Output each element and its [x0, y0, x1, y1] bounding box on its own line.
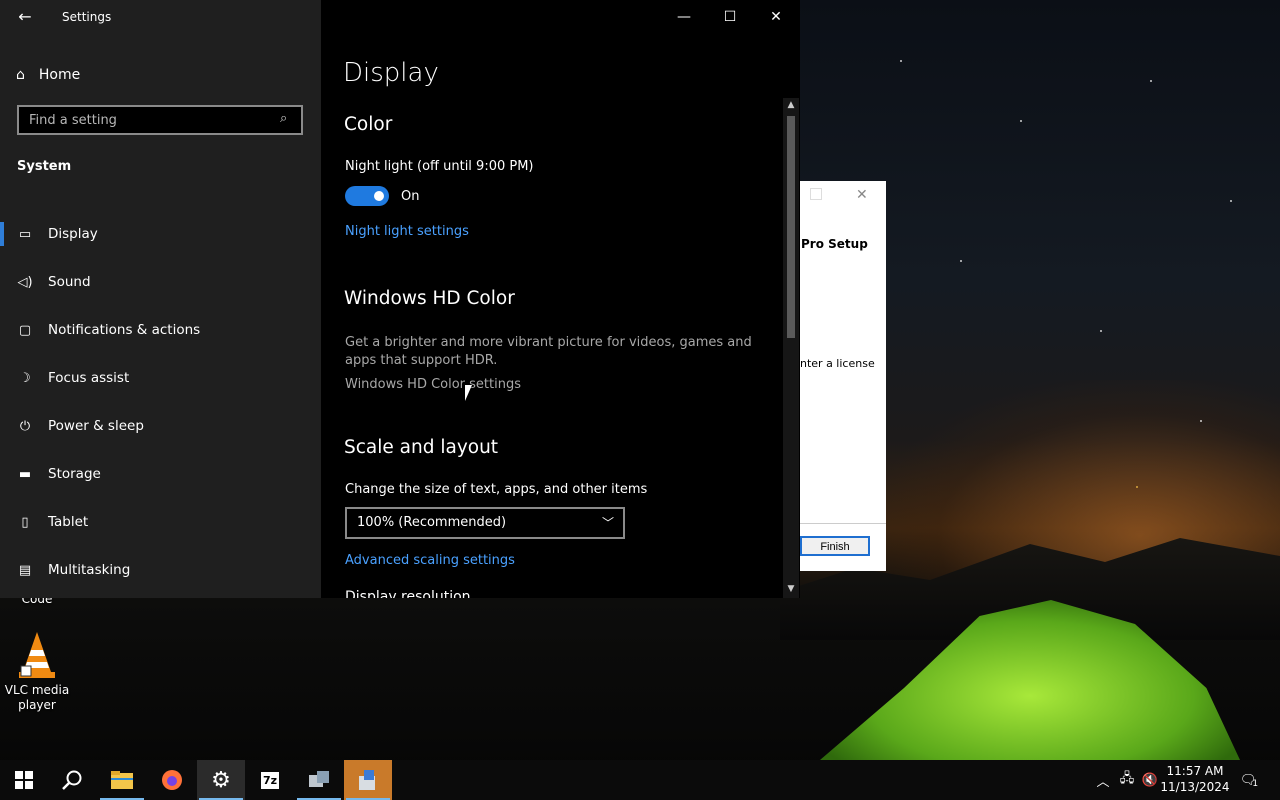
maximize-icon[interactable] — [810, 188, 822, 200]
desktop-icon-vlc[interactable]: VLC media player — [2, 630, 72, 713]
windows-icon — [15, 771, 33, 789]
window-title: Settings — [62, 10, 112, 24]
scroll-up-icon[interactable]: ▲ — [783, 98, 799, 112]
sidebar-item-label: Tablet — [48, 514, 89, 530]
gear-icon: ⚙ — [211, 767, 231, 793]
advanced-scaling-link[interactable]: Advanced scaling settings — [345, 553, 515, 568]
network-icon[interactable]: 🖧 — [1116, 760, 1138, 800]
desktop-icon-label: VLC media player — [4, 683, 70, 712]
folder-icon — [111, 771, 133, 789]
minimize-button[interactable]: — — [661, 0, 707, 34]
sidebar-item-display[interactable]: ▭ Display — [0, 210, 321, 258]
taskbar: ⚙ 7z ︿ 🖧 🔇 11:57 AM 11/13/2024 🗨 1 — [0, 760, 1280, 800]
content-scrollbar[interactable]: ▲ ▼ — [783, 98, 799, 598]
page-title: Display — [343, 58, 439, 88]
sidebar-item-focus-assist[interactable]: ☽ Focus assist — [0, 354, 321, 402]
finish-button[interactable]: Finish — [800, 536, 870, 556]
power-icon: ⏻ — [19, 418, 31, 434]
display-resolution-heading: Display resolution — [345, 590, 471, 598]
computer-app-button[interactable] — [295, 760, 343, 800]
notification-icon: ▢ — [18, 322, 32, 338]
sidebar-item-storage[interactable]: ▬ Storage — [0, 450, 321, 498]
color-heading: Color — [344, 114, 393, 135]
sidebar-item-notifications[interactable]: ▢ Notifications & actions — [0, 306, 321, 354]
sidebar-item-label: Sound — [48, 274, 91, 290]
setup-dialog[interactable]: ✕ Pro Setup nter a license Finish — [800, 181, 886, 571]
toggle-state: On — [401, 189, 420, 204]
search-button[interactable] — [48, 760, 96, 800]
search-box[interactable]: ⌕ — [17, 105, 303, 135]
sidebar-item-power-sleep[interactable]: ⏻ Power & sleep — [0, 402, 321, 450]
title-bar: ← Settings — [0, 0, 321, 34]
7zip-button[interactable]: 7z — [246, 760, 294, 800]
vlc-icon — [19, 632, 55, 678]
settings-window: ← Settings ⌂ Home ⌕ System ▭ Display ◁) … — [0, 0, 800, 598]
close-button[interactable]: ✕ — [753, 0, 799, 34]
home-icon: ⌂ — [16, 67, 25, 83]
search-icon[interactable]: ⌕ — [280, 112, 294, 126]
night-light-settings-link[interactable]: Night light settings — [345, 224, 469, 239]
maximize-button[interactable]: ☐ — [707, 0, 753, 34]
scale-selected-value: 100% (Recommended) — [357, 515, 507, 530]
start-button[interactable] — [0, 760, 48, 800]
sidebar-item-sound[interactable]: ◁) Sound — [0, 258, 321, 306]
section-heading: System — [17, 159, 72, 174]
back-arrow-icon[interactable]: ← — [12, 6, 38, 28]
sidebar-item-multitasking[interactable]: ▤ Multitasking — [0, 546, 321, 594]
divider — [800, 523, 886, 524]
sidebar-item-label: Focus assist — [48, 370, 130, 386]
scroll-down-icon[interactable]: ▼ — [783, 582, 799, 596]
clock-time: 11:57 AM — [1166, 764, 1224, 778]
scroll-thumb[interactable] — [787, 116, 795, 338]
sidebar-item-label: Display — [48, 226, 98, 242]
storage-icon: ▬ — [18, 466, 32, 482]
action-center-button[interactable]: 🗨 1 — [1236, 760, 1262, 800]
scale-heading: Scale and layout — [344, 437, 499, 458]
monitor-icon: ▭ — [18, 226, 32, 242]
sidebar-item-label: Multitasking — [48, 562, 131, 578]
scale-dropdown[interactable]: 100% (Recommended) ﹀ — [345, 507, 625, 539]
speaker-icon: ◁) — [17, 274, 33, 290]
close-icon[interactable]: ✕ — [856, 187, 868, 203]
firefox-button[interactable] — [148, 760, 196, 800]
settings-sidebar: ← Settings ⌂ Home ⌕ System ▭ Display ◁) … — [0, 0, 321, 598]
search-input[interactable] — [19, 107, 269, 133]
hd-color-description: Get a brighter and more vibrant picture … — [345, 335, 752, 368]
night-light-label: Night light (off until 9:00 PM) — [345, 159, 534, 174]
installer-icon — [359, 770, 375, 790]
sidebar-item-tablet[interactable]: ▯ Tablet — [0, 498, 321, 546]
show-hidden-icons-chevron-up-icon[interactable]: ︿ — [1093, 760, 1113, 800]
clock[interactable]: 11:57 AM 11/13/2024 — [1160, 763, 1230, 795]
chevron-down-icon: ﹀ — [601, 516, 614, 530]
mouse-cursor-icon — [465, 385, 479, 401]
firefox-icon — [162, 770, 182, 790]
7zip-icon: 7z — [260, 771, 280, 789]
hd-color-settings-link[interactable]: Windows HD Color settings — [345, 377, 521, 392]
scale-label: Change the size of text, apps, and other… — [345, 482, 648, 497]
volume-muted-icon[interactable]: 🔇 — [1140, 760, 1160, 800]
computer-icon — [309, 771, 329, 787]
sidebar-nav: ▭ Display ◁) Sound ▢ Notifications & act… — [0, 210, 321, 594]
sidebar-item-label: Power & sleep — [48, 418, 144, 434]
multitasking-icon: ▤ — [18, 562, 32, 578]
home-link[interactable]: ⌂ Home — [16, 62, 80, 88]
file-explorer-button[interactable] — [98, 760, 146, 800]
installer-button[interactable] — [344, 760, 392, 800]
notification-count: 1 — [1252, 779, 1259, 789]
home-label: Home — [38, 67, 81, 83]
clock-date: 11/13/2024 — [1160, 780, 1230, 794]
night-light-toggle[interactable] — [345, 186, 389, 206]
sidebar-item-label: Notifications & actions — [48, 322, 201, 338]
tablet-icon: ▯ — [21, 514, 29, 530]
dialog-title: Pro Setup — [801, 237, 868, 251]
dialog-text: nter a license — [800, 357, 875, 370]
hd-color-heading: Windows HD Color — [344, 288, 515, 309]
moon-icon: ☽ — [19, 370, 31, 386]
settings-taskbar-button[interactable]: ⚙ — [197, 760, 245, 800]
settings-content: — ☐ ✕ Display Color Night light (off unt… — [321, 0, 800, 598]
sidebar-item-label: Storage — [48, 466, 101, 482]
search-icon — [62, 770, 82, 790]
